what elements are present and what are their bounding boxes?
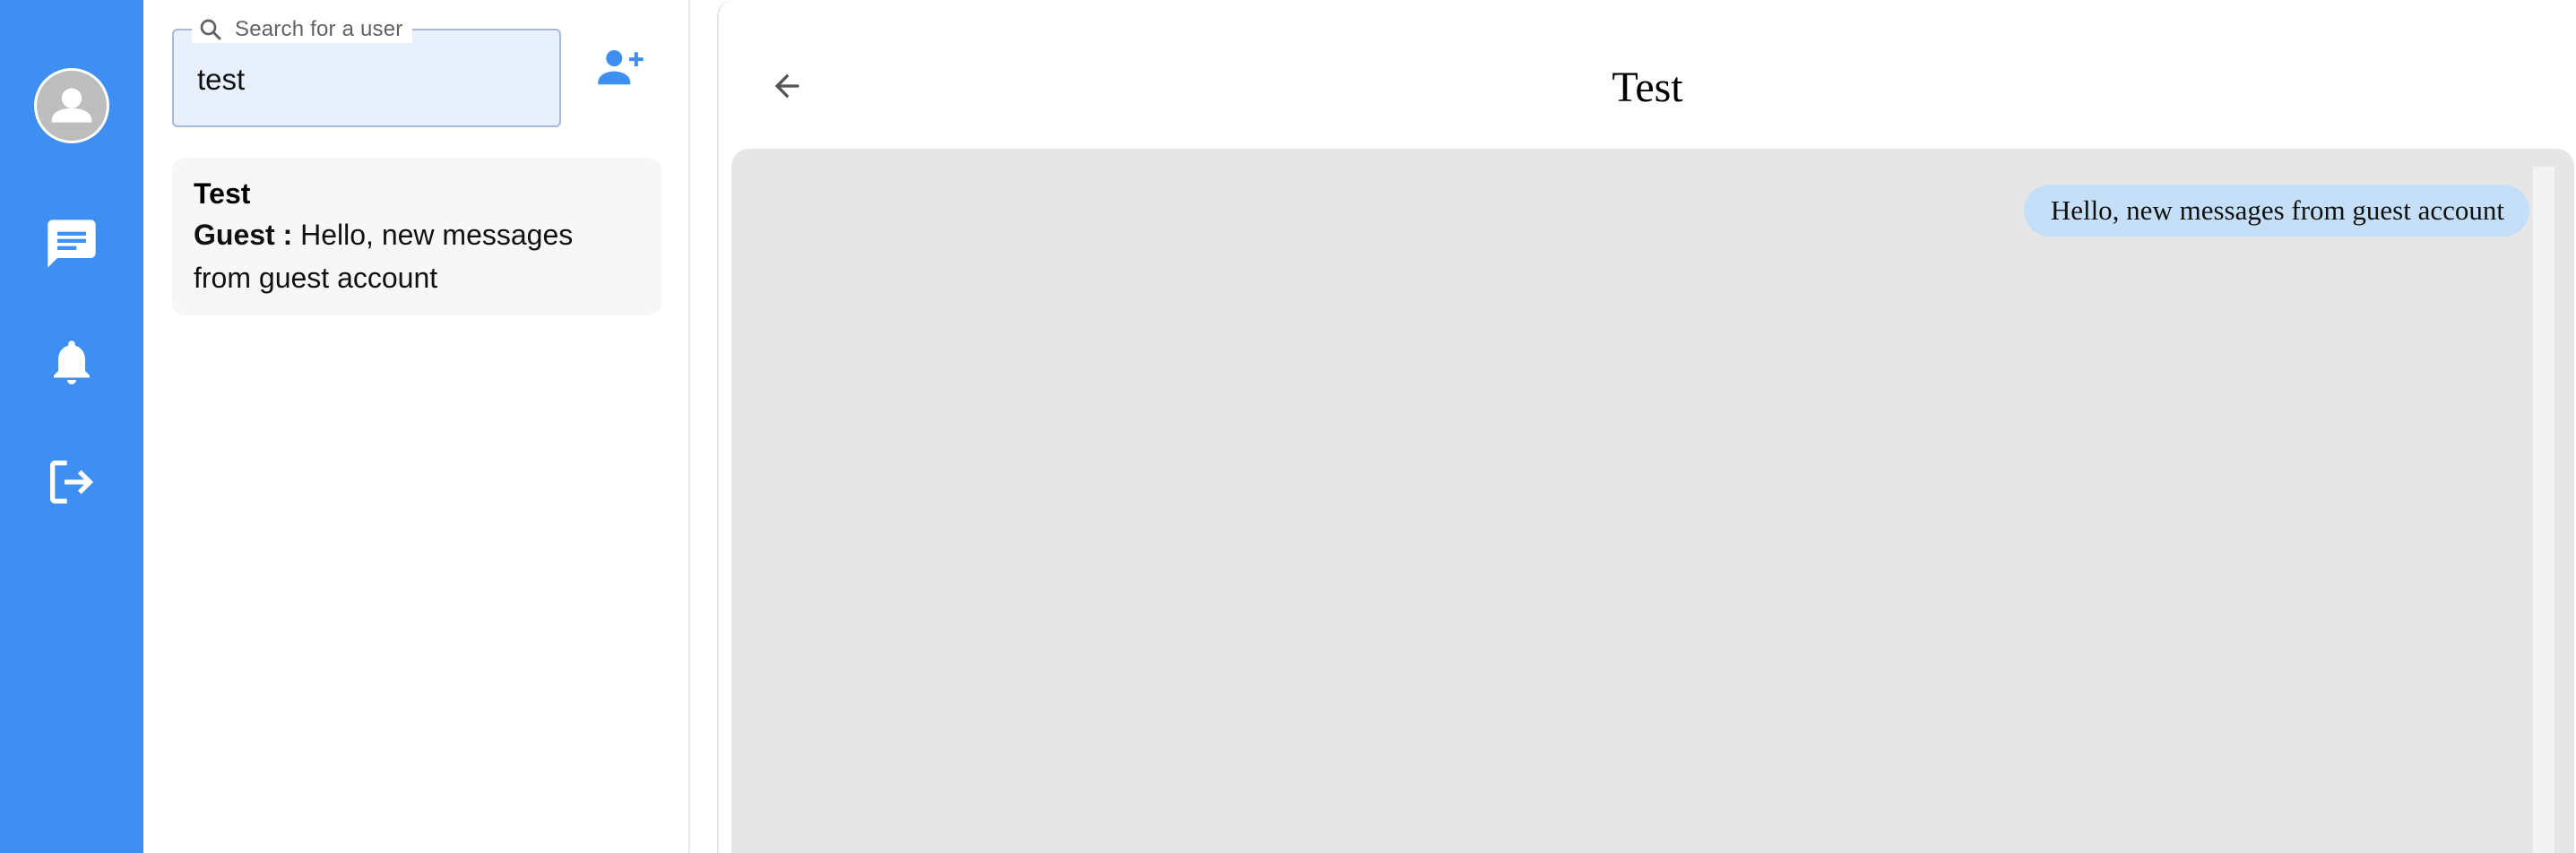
add-user-icon	[598, 50, 644, 85]
nav-chats-button[interactable]	[36, 208, 108, 280]
search-input[interactable]	[197, 63, 538, 97]
add-user-button[interactable]	[593, 39, 647, 93]
search-label: Search for a user	[192, 16, 412, 43]
chat-title: Test	[1612, 64, 1683, 111]
messages-area: Hello, new messages from guest account	[731, 149, 2574, 853]
person-icon	[51, 88, 92, 123]
search-field[interactable]: Search for a user	[172, 16, 561, 127]
nav-notifications-button[interactable]	[36, 326, 108, 398]
conversation-name: Test	[194, 177, 251, 210]
conversation-sender: Guest :	[194, 219, 293, 251]
chat-panel: Test Hello, new messages from guest acco…	[717, 0, 2576, 853]
chat-icon	[48, 220, 96, 268]
search-placeholder: Search for a user	[235, 17, 403, 41]
conversation-preview: Guest : Hello, new messages from guest a…	[194, 213, 624, 299]
conversation-list-panel: Search for a user Test Guest : Hello, ne…	[143, 0, 690, 853]
nav-rail	[0, 0, 143, 853]
message-bubble: Hello, new messages from guest account	[2023, 185, 2529, 237]
bell-icon	[54, 340, 90, 384]
nav-logout-button[interactable]	[36, 446, 108, 518]
search-icon	[200, 19, 221, 40]
messages-scrollbar[interactable]	[2533, 167, 2554, 853]
conversation-item[interactable]: Test Guest : Hello, new messages from gu…	[172, 158, 661, 315]
chat-app: Search for a user Test Guest : Hello, ne…	[0, 0, 2576, 853]
logout-icon	[50, 461, 93, 504]
avatar[interactable]	[34, 68, 109, 143]
